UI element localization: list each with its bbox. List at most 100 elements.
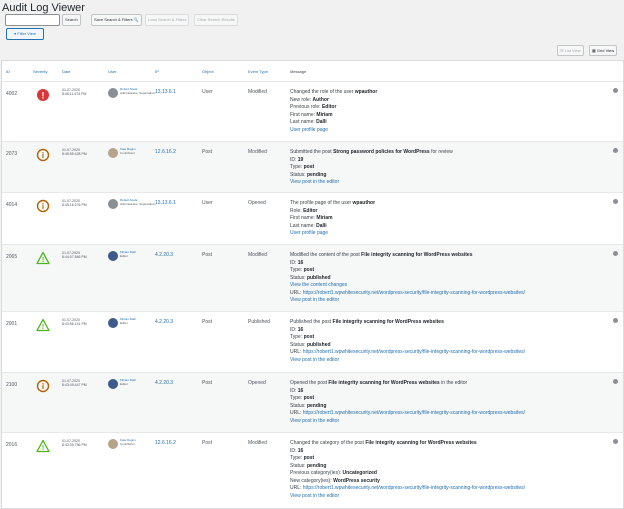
gear-icon[interactable] — [613, 379, 618, 384]
message-text: Last name: — [290, 119, 317, 125]
message-line: Last name: Dalli — [290, 119, 610, 127]
event-date: 01-07-2020 8:45:16.276 PM — [62, 199, 87, 207]
message-link[interactable]: View post in the editor — [290, 179, 339, 185]
column-severity[interactable]: Severity — [33, 69, 47, 74]
message-line: Type: post — [290, 455, 610, 463]
event-id: 2016 — [6, 442, 18, 448]
message-line: Type: post — [290, 395, 610, 403]
message-line: User profile page — [290, 127, 610, 135]
message-text: Status: — [290, 274, 307, 281]
message-link[interactable]: View post in the editor — [290, 493, 339, 499]
event-date: 01-07-2020 8:44:07.846 PM — [62, 251, 87, 259]
gear-icon[interactable] — [613, 251, 618, 256]
gear-icon[interactable] — [613, 199, 618, 204]
svg-text:!: ! — [42, 445, 44, 452]
column-object[interactable]: Object — [202, 69, 214, 74]
column-date[interactable]: Date — [62, 69, 70, 74]
gear-icon[interactable] — [613, 148, 618, 153]
avatar — [108, 148, 118, 158]
message-text: Status: — [290, 402, 307, 409]
message-link[interactable]: User profile page — [290, 230, 328, 236]
search-icon: 🔍 — [133, 17, 139, 22]
ip-address-link[interactable]: 13.13.6.1 — [155, 200, 176, 206]
medium-severity-icon: i — [36, 148, 50, 162]
search-button[interactable]: Search — [62, 14, 81, 26]
gear-icon[interactable] — [613, 439, 618, 444]
filter-view-button[interactable]: ▾ Filter View — [6, 28, 44, 40]
list-view-icon: ☰ — [560, 48, 564, 53]
message-link[interactable]: View the content changes — [290, 282, 347, 288]
event-message: Submitted the post Strong password polic… — [290, 149, 610, 187]
message-value: published — [306, 274, 331, 281]
message-value: Miriam — [316, 111, 333, 118]
clear-search-label: Clear Search Results — [197, 17, 235, 22]
save-search-button[interactable]: Save Search & Filters 🔍 — [91, 14, 142, 26]
message-text: First name: — [290, 111, 317, 118]
message-value: pending — [306, 462, 327, 469]
message-link[interactable]: https://robert1.wpwhitesecurity.net/word… — [303, 349, 525, 355]
message-value: wpauthor — [352, 200, 376, 206]
message-value: pending — [306, 402, 327, 409]
message-text: ID: — [290, 326, 298, 333]
message-value: Uncategorized — [342, 470, 377, 476]
gear-icon[interactable] — [613, 88, 618, 93]
ip-address-link[interactable]: 4.2.20.3 — [155, 252, 173, 258]
message-line: View the content changes — [290, 282, 610, 290]
message-text: Type: — [290, 455, 304, 461]
list-view-button[interactable]: ☰ List View — [557, 45, 584, 56]
event-object: Post — [202, 149, 213, 155]
event-date: 01-07-2020 8:45:55.428 PM — [62, 148, 87, 156]
event-message: Modified the content of the post File in… — [290, 252, 610, 305]
load-search-button[interactable]: Load Search & Filters — [145, 14, 190, 26]
message-line: First name: Miriam — [290, 215, 610, 223]
low-severity-icon: ! — [36, 251, 50, 264]
event-date-time: 8:44:07.846 PM — [62, 255, 87, 259]
message-line: ID: 16 — [290, 388, 610, 396]
message-value: post — [303, 164, 315, 170]
message-link[interactable]: https://robert1.wpwhitesecurity.net/word… — [303, 485, 525, 491]
message-link[interactable]: https://robert1.wpwhitesecurity.net/word… — [303, 290, 525, 296]
ip-address-link[interactable]: 4.2.20.3 — [155, 319, 173, 325]
message-link[interactable]: https://robert1.wpwhitesecurity.net/word… — [303, 410, 525, 416]
event-type: Opened — [248, 200, 266, 206]
message-text: ID: — [290, 387, 298, 394]
user-role: Editor — [120, 254, 128, 258]
message-text: Type: — [290, 395, 304, 401]
table-row: 2100 i 01-07-2020 8:43:49.447 PM Miriam Dall… — [2, 372, 623, 433]
column-ip[interactable]: IP — [155, 69, 159, 74]
event-object: User — [202, 200, 213, 206]
user-role: Administrator, Superadmin — [120, 91, 156, 95]
message-text: Status: — [290, 462, 307, 469]
message-text: URL: — [290, 410, 303, 416]
search-button-label: Search — [65, 17, 78, 22]
message-value: post — [303, 267, 315, 273]
event-object: Post — [202, 380, 213, 386]
message-link[interactable]: View post in the editor — [290, 297, 339, 303]
avatar — [108, 318, 118, 328]
ip-address-link[interactable]: 13.13.6.1 — [155, 89, 176, 95]
ip-address-link[interactable]: 4.2.20.3 — [155, 380, 173, 386]
column-event-type[interactable]: Event Type — [248, 69, 268, 74]
user-role: Contributor — [120, 151, 135, 155]
search-input[interactable] — [5, 14, 60, 26]
event-id: 2001 — [6, 321, 18, 327]
column-id[interactable]: ID — [6, 69, 10, 74]
gear-icon[interactable] — [613, 318, 618, 323]
message-link[interactable]: User profile page — [290, 127, 328, 133]
grid-view-button[interactable]: ▦ Grid View — [589, 45, 618, 56]
column-user[interactable]: User — [108, 69, 116, 74]
message-value: 19 — [297, 156, 304, 163]
message-line: Type: post — [290, 334, 610, 342]
avatar — [108, 199, 118, 209]
message-line: Submitted the post Strong password polic… — [290, 149, 610, 157]
message-link[interactable]: View post in the editor — [290, 357, 339, 363]
message-line: ID: 19 — [290, 157, 610, 165]
ip-address-link[interactable]: 12.6.16.2 — [155, 440, 176, 446]
user-role: Administrator, Superadmin — [120, 202, 156, 206]
message-link[interactable]: View post in the editor — [290, 418, 339, 424]
ip-address-link[interactable]: 12.6.16.2 — [155, 149, 176, 155]
message-text: ID: — [290, 259, 298, 266]
clear-search-button[interactable]: Clear Search Results — [194, 14, 238, 26]
message-value: Dalli — [316, 222, 327, 229]
message-value: Dalli — [316, 119, 327, 125]
